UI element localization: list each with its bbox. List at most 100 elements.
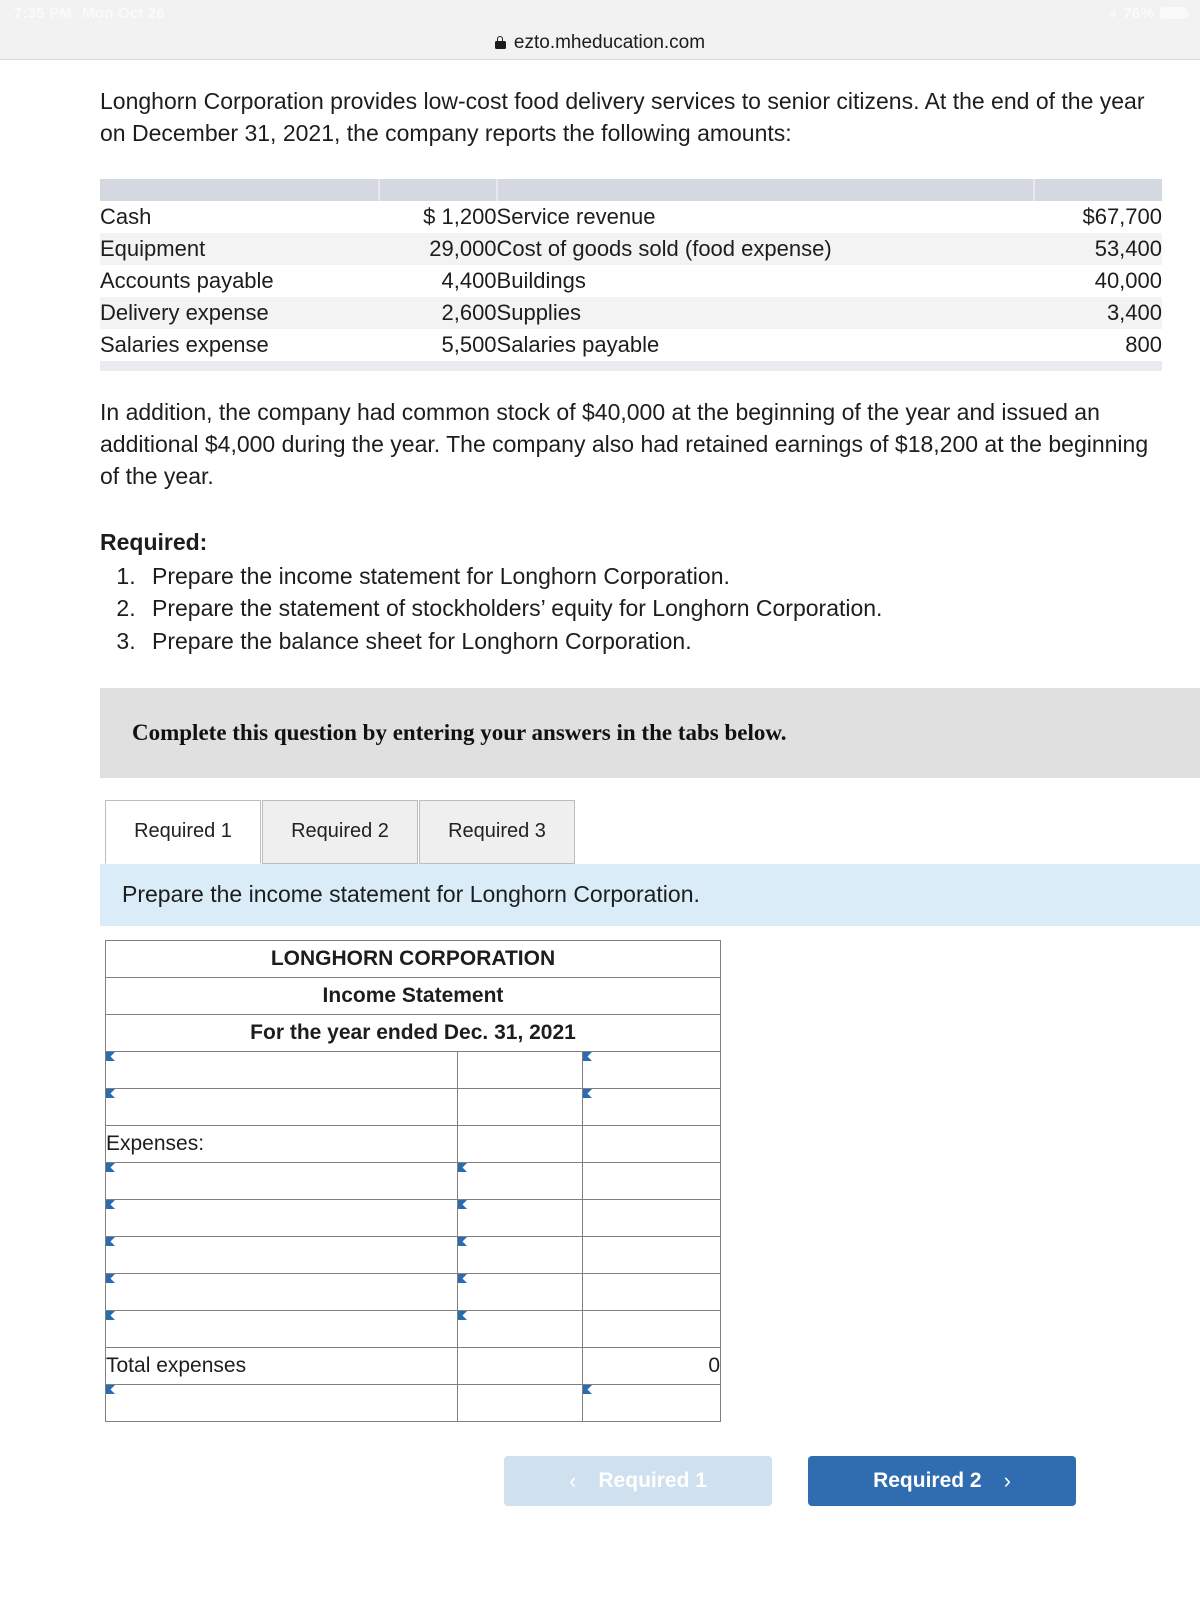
wifi-icon: ◕ <box>1108 5 1118 21</box>
table-row <box>105 1050 721 1089</box>
worksheet-amount-input[interactable] <box>457 1272 583 1311</box>
list-item: Prepare the income statement for Longhor… <box>142 560 1200 593</box>
worksheet-amount-input[interactable] <box>457 1161 583 1200</box>
status-bar-left: 7:35 PM Mon Oct 26 <box>14 5 165 22</box>
list-item: Prepare the balance sheet for Longhorn C… <box>142 625 1200 658</box>
amounts-label-left: Delivery expense <box>100 300 269 326</box>
tab-required-2[interactable]: Required 2 <box>262 799 418 864</box>
amounts-value-right: $67,700 <box>1082 204 1162 230</box>
status-time: 7:35 PM <box>14 4 73 22</box>
amounts-label-right: Cost of goods sold (food expense) <box>496 236 832 262</box>
table-row: Delivery expense 2,600 Supplies 3,400 <box>100 297 1162 330</box>
ios-status-bar: 7:35 PM Mon Oct 26 ◕ 76% <box>0 0 1200 26</box>
addendum-paragraph: In addition, the company had common stoc… <box>100 399 1149 489</box>
worksheet-right-cell <box>582 1124 721 1163</box>
previous-requirement-button[interactable]: ‹ Required 1 <box>504 1455 772 1506</box>
battery-icon <box>1160 7 1189 19</box>
worksheet-header-row: Income Statement <box>105 976 721 1015</box>
battery-percent-label: 76% <box>1123 4 1154 22</box>
amounts-value-right: 3,400 <box>1106 300 1162 326</box>
required-heading: Required: <box>100 528 208 555</box>
worksheet-middle-cell <box>457 1050 583 1089</box>
amounts-label-right: Salaries payable <box>496 332 660 358</box>
amounts-label-left: Cash <box>100 204 152 230</box>
tab-required-1[interactable]: Required 1 <box>105 799 261 864</box>
next-requirement-label: Required 2 <box>873 1468 982 1492</box>
amounts-header-cell-2 <box>377 179 497 202</box>
worksheet-total-expenses-label: Total expenses <box>105 1346 458 1385</box>
amounts-header-row <box>100 179 1162 202</box>
status-date: Mon Oct 26 <box>82 4 165 22</box>
worksheet-right-cell <box>582 1309 721 1348</box>
amounts-label-left: Salaries expense <box>100 332 269 358</box>
amounts-label-right: Service revenue <box>496 204 656 230</box>
worksheet-amount-input[interactable] <box>582 1087 721 1126</box>
browser-url-bar[interactable]: ezto.mheducation.com <box>0 26 1200 60</box>
worksheet-expenses-label: Expenses: <box>105 1124 458 1163</box>
prompt-bar: Prepare the income statement for Longhor… <box>100 863 1200 926</box>
table-row <box>105 1272 721 1311</box>
worksheet-account-input[interactable] <box>105 1198 458 1237</box>
amounts-label-left: Accounts payable <box>100 268 274 294</box>
table-row: Equipment 29,000 Cost of goods sold (foo… <box>100 233 1162 266</box>
amounts-value-right: 53,400 <box>1094 236 1162 262</box>
status-bar-right: ◕ 76% <box>1108 4 1189 22</box>
worksheet-right-cell <box>582 1198 721 1237</box>
table-row <box>105 1161 721 1200</box>
worksheet-amount-input[interactable] <box>582 1050 721 1089</box>
lock-icon <box>494 36 506 49</box>
worksheet-amount-input[interactable] <box>457 1309 583 1348</box>
amounts-label-right: Supplies <box>496 300 581 326</box>
complete-question-banner: Complete this question by entering your … <box>100 687 1200 778</box>
worksheet-account-input[interactable] <box>105 1161 458 1200</box>
tab-required-3[interactable]: Required 3 <box>419 799 575 864</box>
worksheet-total-expenses-value: 0 <box>582 1346 721 1385</box>
worksheet-account-input[interactable] <box>105 1050 458 1089</box>
worksheet-amount-input[interactable] <box>457 1235 583 1274</box>
amounts-table-footer-band <box>100 361 1162 372</box>
worksheet-account-input[interactable] <box>105 1235 458 1274</box>
chevron-right-icon: › <box>1003 1467 1011 1493</box>
worksheet-middle-cell <box>457 1087 583 1126</box>
amounts-label-left: Equipment <box>100 236 206 262</box>
income-statement-worksheet-wrapper: LONGHORN CORPORATION Income Statement Fo… <box>105 939 1200 1422</box>
income-statement-worksheet: LONGHORN CORPORATION Income Statement Fo… <box>105 939 721 1422</box>
amounts-table: Cash $ 1,200 Service revenue $67,700 Equ… <box>100 179 1162 361</box>
worksheet-account-input[interactable] <box>105 1272 458 1311</box>
worksheet-account-input[interactable] <box>105 1383 458 1422</box>
url-text: ezto.mheducation.com <box>513 31 706 53</box>
worksheet-account-input[interactable] <box>105 1309 458 1348</box>
amounts-header-cell-1 <box>100 179 379 202</box>
amounts-value-left: 29,000 <box>429 236 497 262</box>
worksheet-header-row: For the year ended Dec. 31, 2021 <box>105 1013 721 1052</box>
requirement-tabs: Required 1 Required 2 Required 3 <box>105 799 1200 864</box>
table-row: Salaries expense 5,500 Salaries payable … <box>100 329 1162 361</box>
amounts-label-right: Buildings <box>496 268 586 294</box>
amounts-value-right: 40,000 <box>1094 268 1162 294</box>
amounts-table-body: Cash $ 1,200 Service revenue $67,700 Equ… <box>100 201 1162 361</box>
worksheet-title-company: LONGHORN CORPORATION <box>105 939 721 978</box>
worksheet-account-input[interactable] <box>105 1087 458 1126</box>
required-block: Required: Prepare the income statement f… <box>100 529 1200 658</box>
table-row: Cash $ 1,200 Service revenue $67,700 <box>100 201 1162 233</box>
worksheet-right-cell <box>582 1272 721 1311</box>
chevron-left-icon: ‹ <box>569 1467 577 1493</box>
table-row: Total expenses 0 <box>105 1346 721 1385</box>
amounts-value-left: 2,600 <box>441 300 497 326</box>
amounts-value-left: 5,500 <box>441 332 497 358</box>
intro-paragraph: Longhorn Corporation provides low-cost f… <box>100 88 1145 146</box>
table-row <box>105 1383 721 1422</box>
worksheet-amount-input[interactable] <box>457 1198 583 1237</box>
worksheet-right-cell <box>582 1161 721 1200</box>
amounts-header-cell-3 <box>495 179 1035 202</box>
worksheet-amount-input[interactable] <box>582 1383 721 1422</box>
worksheet-middle-cell <box>457 1383 583 1422</box>
worksheet-header-row: LONGHORN CORPORATION <box>105 939 721 978</box>
next-requirement-button[interactable]: Required 2 › <box>808 1455 1076 1506</box>
amounts-value-right: 800 <box>1125 332 1162 358</box>
amounts-value-left: 4,400 <box>441 268 497 294</box>
worksheet-navigation: ‹ Required 1 Required 2 › <box>0 1455 1200 1506</box>
worksheet-right-cell <box>582 1235 721 1274</box>
amounts-table-header <box>100 179 1162 202</box>
table-row: Expenses: <box>105 1124 721 1163</box>
